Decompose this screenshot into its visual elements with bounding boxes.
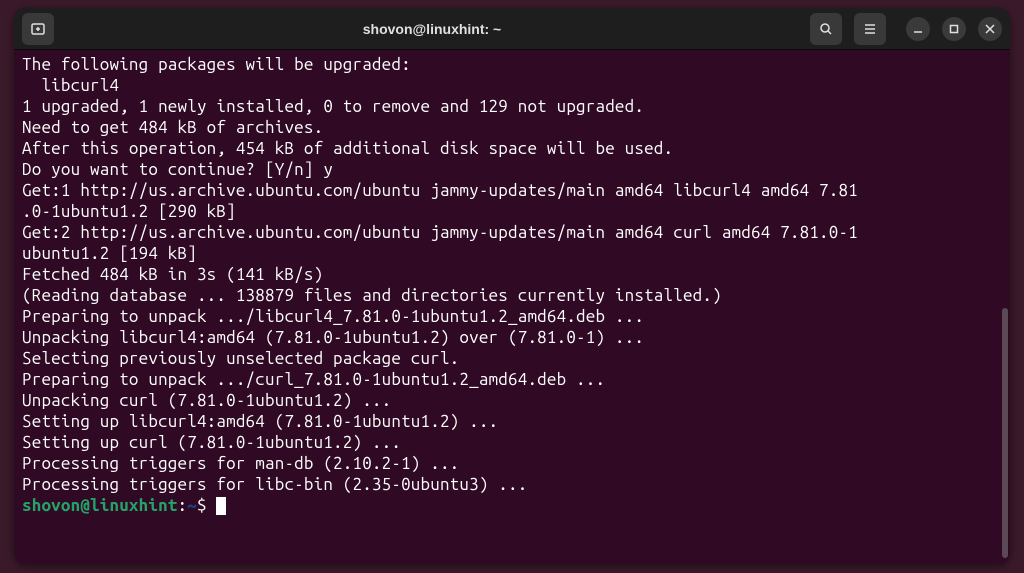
prompt-user-host: shovon@linuxhint: [22, 496, 178, 515]
output-line: .0-1ubuntu1.2 [290 kB]: [22, 202, 236, 221]
output-line: Unpacking libcurl4:amd64 (7.81.0-1ubuntu…: [22, 328, 644, 347]
close-button[interactable]: [978, 17, 1002, 41]
maximize-button[interactable]: [942, 17, 966, 41]
prompt-colon: :: [178, 496, 188, 515]
new-tab-icon: [30, 21, 46, 37]
search-button[interactable]: [810, 13, 842, 45]
output-line: Do you want to continue? [Y/n] y: [22, 160, 333, 179]
output-line: ubuntu1.2 [194 kB]: [22, 244, 197, 263]
output-line: Preparing to unpack .../libcurl4_7.81.0-…: [22, 307, 644, 326]
prompt-path: ~: [187, 496, 197, 515]
prompt-symbol: $: [197, 496, 207, 515]
output-line: 1 upgraded, 1 newly installed, 0 to remo…: [22, 97, 644, 116]
hamburger-icon: [862, 21, 878, 37]
output-line: Setting up curl (7.81.0-1ubuntu1.2) ...: [22, 433, 401, 452]
scrollbar-thumb[interactable]: [1002, 308, 1008, 558]
cursor: [216, 497, 226, 515]
output-line: (Reading database ... 138879 files and d…: [22, 286, 722, 305]
maximize-icon: [946, 21, 962, 37]
minimize-button[interactable]: [906, 17, 930, 41]
output-line: Get:2 http://us.archive.ubuntu.com/ubunt…: [22, 223, 858, 242]
window-controls: [906, 17, 1002, 41]
output-line: Setting up libcurl4:amd64 (7.81.0-1ubunt…: [22, 412, 498, 431]
titlebar-right-controls: [810, 13, 1002, 45]
output-line: The following packages will be upgraded:: [22, 55, 411, 74]
titlebar: shovon@linuxhint: ~: [14, 8, 1010, 50]
output-line: Fetched 484 kB in 3s (141 kB/s): [22, 265, 323, 284]
output-line: After this operation, 454 kB of addition…: [22, 139, 673, 158]
output-line: Get:1 http://us.archive.ubuntu.com/ubunt…: [22, 181, 858, 200]
window-title: shovon@linuxhint: ~: [62, 21, 802, 37]
output-line: libcurl4: [22, 76, 119, 95]
hamburger-menu-button[interactable]: [854, 13, 886, 45]
output-line: Unpacking curl (7.81.0-1ubuntu1.2) ...: [22, 391, 391, 410]
search-icon: [818, 21, 834, 37]
titlebar-left-controls: [22, 13, 54, 45]
close-icon: [982, 21, 998, 37]
scrollbar[interactable]: [1000, 50, 1008, 560]
terminal-output[interactable]: The following packages will be upgraded:…: [14, 50, 1010, 520]
output-line: Need to get 484 kB of archives.: [22, 118, 323, 137]
new-tab-button[interactable]: [22, 13, 54, 45]
minimize-icon: [910, 21, 926, 37]
output-line: Processing triggers for man-db (2.10.2-1…: [22, 454, 459, 473]
output-line: Processing triggers for libc-bin (2.35-0…: [22, 475, 527, 494]
output-line: Preparing to unpack .../curl_7.81.0-1ubu…: [22, 370, 605, 389]
terminal-window: shovon@linuxhint: ~: [14, 8, 1010, 564]
output-line: Selecting previously unselected package …: [22, 349, 459, 368]
